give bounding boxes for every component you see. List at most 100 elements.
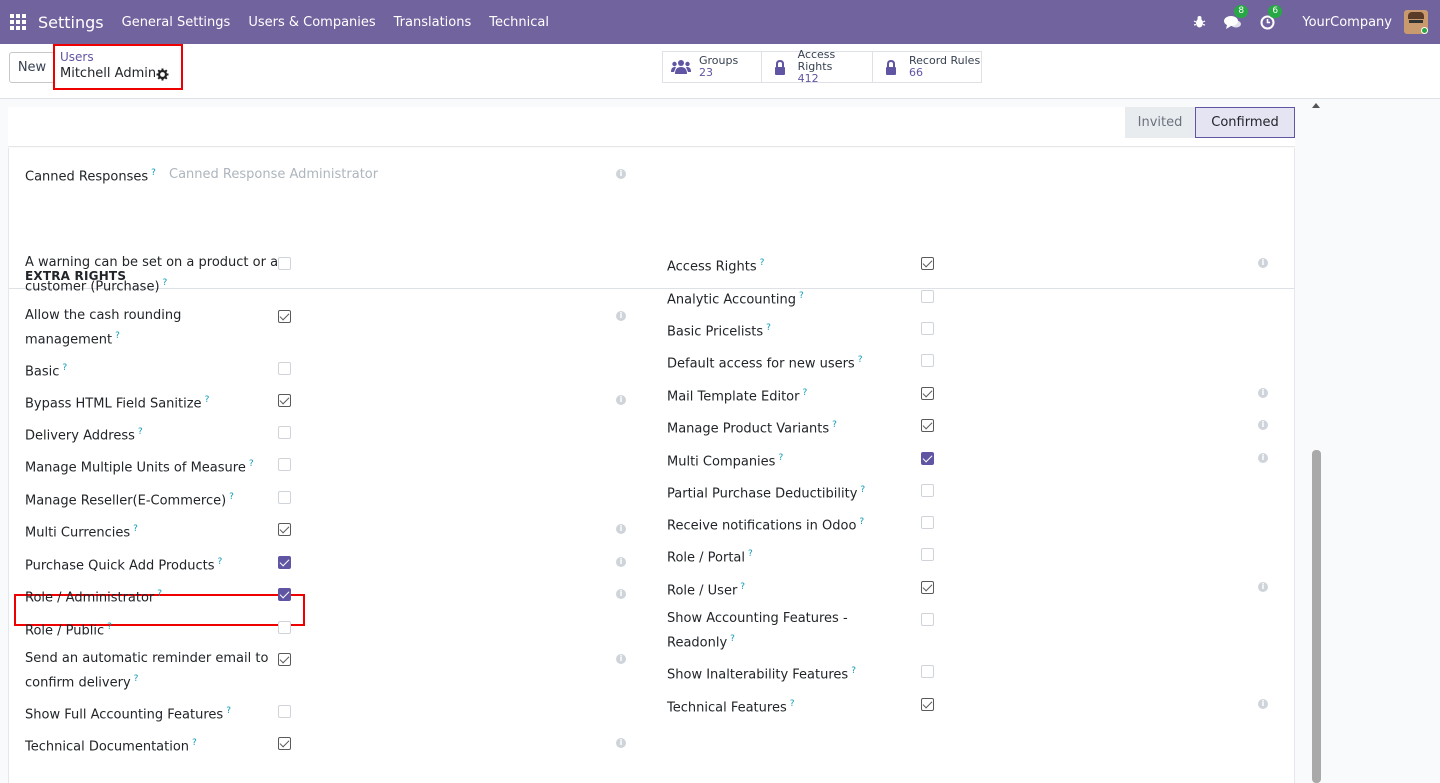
help-icon[interactable]: ? (138, 427, 143, 437)
checkbox-purchase-quick-add-products[interactable] (278, 556, 291, 569)
help-icon[interactable]: ? (163, 278, 168, 288)
apps-menu-icon[interactable] (10, 14, 26, 30)
info-icon[interactable]: i (1258, 453, 1268, 463)
help-icon[interactable]: ? (134, 674, 139, 684)
status-bar: Invited Confirmed (8, 107, 1295, 147)
checkbox-bypass-html-field-sanitize[interactable] (278, 394, 291, 407)
info-icon[interactable]: i (1258, 420, 1268, 430)
help-icon[interactable]: ? (151, 168, 156, 178)
help-icon[interactable]: ? (790, 699, 795, 709)
record-rules-smart-button[interactable]: Record Rules 66 (872, 51, 982, 83)
info-icon[interactable]: i (616, 589, 626, 599)
info-icon[interactable]: i (616, 524, 626, 534)
checkbox-show-accounting-features-readonly[interactable] (921, 613, 934, 626)
checkbox-role-administrator[interactable] (278, 588, 291, 601)
menu-general-settings[interactable]: General Settings (122, 15, 231, 30)
help-icon[interactable]: ? (778, 453, 783, 463)
access-rights-smart-button[interactable]: Access Rights 412 (761, 49, 873, 85)
help-icon[interactable]: ? (802, 388, 807, 398)
info-icon[interactable]: i (1258, 258, 1268, 268)
help-icon[interactable]: ? (115, 331, 120, 341)
user-avatar[interactable] (1404, 10, 1428, 34)
info-icon[interactable]: i (1258, 388, 1268, 398)
info-icon[interactable]: i (616, 169, 626, 179)
help-icon[interactable]: ? (832, 420, 837, 430)
help-icon[interactable]: ? (799, 291, 804, 301)
help-icon[interactable]: ? (157, 589, 162, 599)
scroll-up-arrow[interactable] (1312, 103, 1320, 108)
menu-users-companies[interactable]: Users & Companies (248, 15, 375, 30)
app-brand[interactable]: Settings (38, 13, 104, 32)
info-icon[interactable]: i (616, 738, 626, 748)
checkbox-analytic-accounting[interactable] (921, 290, 934, 303)
checkbox-partial-purchase-deductibility[interactable] (921, 484, 934, 497)
info-icon[interactable]: i (616, 654, 626, 664)
checkbox-role-user[interactable] (921, 581, 934, 594)
info-icon[interactable]: i (1258, 582, 1268, 592)
status-confirmed[interactable]: Confirmed (1195, 107, 1295, 138)
info-icon[interactable]: i (616, 395, 626, 405)
help-icon[interactable]: ? (760, 258, 765, 268)
checkbox-manage-reseller-e-commerce[interactable] (278, 491, 291, 504)
scrollbar-thumb[interactable] (1312, 450, 1321, 783)
menu-technical[interactable]: Technical (489, 15, 549, 30)
help-icon[interactable]: ? (218, 557, 223, 567)
permission-label-line: A warning can be set on a product or a (25, 255, 279, 270)
help-icon[interactable]: ? (859, 517, 864, 527)
new-button[interactable]: New (9, 52, 55, 83)
checkbox-manage-multiple-units-of-measure[interactable] (278, 458, 291, 471)
permission-label-show-accounting-features-readonly: Show Accounting Features - Readonly? (667, 609, 848, 653)
help-icon[interactable]: ? (858, 355, 863, 365)
checkbox-manage-product-variants[interactable] (921, 419, 934, 432)
permission-label-multi-companies: Multi Companies? (667, 448, 783, 472)
help-icon[interactable]: ? (730, 634, 735, 644)
help-icon[interactable]: ? (133, 524, 138, 534)
canned-responses-select[interactable]: Canned Response Administrator (169, 167, 378, 182)
company-switcher[interactable]: YourCompany (1302, 15, 1392, 30)
checkbox-allow-the-cash-rounding-management[interactable] (278, 310, 291, 323)
groups-smart-button[interactable]: Groups 23 (662, 51, 762, 83)
menu-translations[interactable]: Translations (394, 15, 472, 30)
permission-label-line: Show Inalterability Features (667, 667, 849, 683)
checkbox-role-public[interactable] (278, 621, 291, 634)
help-icon[interactable]: ? (229, 492, 234, 502)
clock-icon[interactable]: 6 (1258, 5, 1283, 31)
help-icon[interactable]: ? (62, 363, 67, 373)
help-icon[interactable]: ? (107, 622, 112, 632)
checkbox-default-access-for-new-users[interactable] (921, 354, 934, 367)
checkbox-show-full-accounting-features[interactable] (278, 705, 291, 718)
checkbox-delivery-address[interactable] (278, 426, 291, 439)
info-icon[interactable]: i (1258, 699, 1268, 709)
permission-label-role-portal: Role / Portal? (667, 544, 753, 568)
status-invited[interactable]: Invited (1125, 107, 1195, 138)
help-icon[interactable]: ? (851, 666, 856, 676)
permission-label-manage-product-variants: Manage Product Variants? (667, 415, 837, 439)
help-icon[interactable]: ? (740, 582, 745, 592)
checkbox-receive-notifications-in-odoo[interactable] (921, 516, 934, 529)
checkbox-send-an-automatic-reminder-email-to-confirm-delivery[interactable] (278, 653, 291, 666)
checkbox-basic[interactable] (278, 362, 291, 375)
help-icon[interactable]: ? (226, 706, 231, 716)
help-icon[interactable]: ? (748, 549, 753, 559)
help-icon[interactable]: ? (860, 485, 865, 495)
checkbox-role-portal[interactable] (921, 548, 934, 561)
breadcrumb-users[interactable]: Users (60, 50, 94, 64)
chat-icon[interactable]: 8 (1224, 5, 1249, 31)
checkbox-mail-template-editor[interactable] (921, 387, 934, 400)
help-icon[interactable]: ? (766, 323, 771, 333)
checkbox-access-rights[interactable] (921, 257, 934, 270)
info-icon[interactable]: i (616, 557, 626, 567)
checkbox-multi-companies[interactable] (921, 452, 934, 465)
info-icon[interactable]: i (616, 311, 626, 321)
checkbox-basic-pricelists[interactable] (921, 322, 934, 335)
checkbox-technical-features[interactable] (921, 698, 934, 711)
checkbox-show-inalterability-features[interactable] (921, 665, 934, 678)
checkbox-a-warning-can-be-set-on-a-product-or-a-customer-purchase[interactable] (278, 257, 291, 270)
help-icon[interactable]: ? (205, 395, 210, 405)
help-icon[interactable]: ? (192, 738, 197, 748)
help-icon[interactable]: ? (249, 459, 254, 469)
bug-icon[interactable] (1190, 13, 1208, 31)
gear-icon[interactable] (156, 68, 169, 81)
checkbox-multi-currencies[interactable] (278, 523, 291, 536)
checkbox-technical-documentation[interactable] (278, 737, 291, 750)
